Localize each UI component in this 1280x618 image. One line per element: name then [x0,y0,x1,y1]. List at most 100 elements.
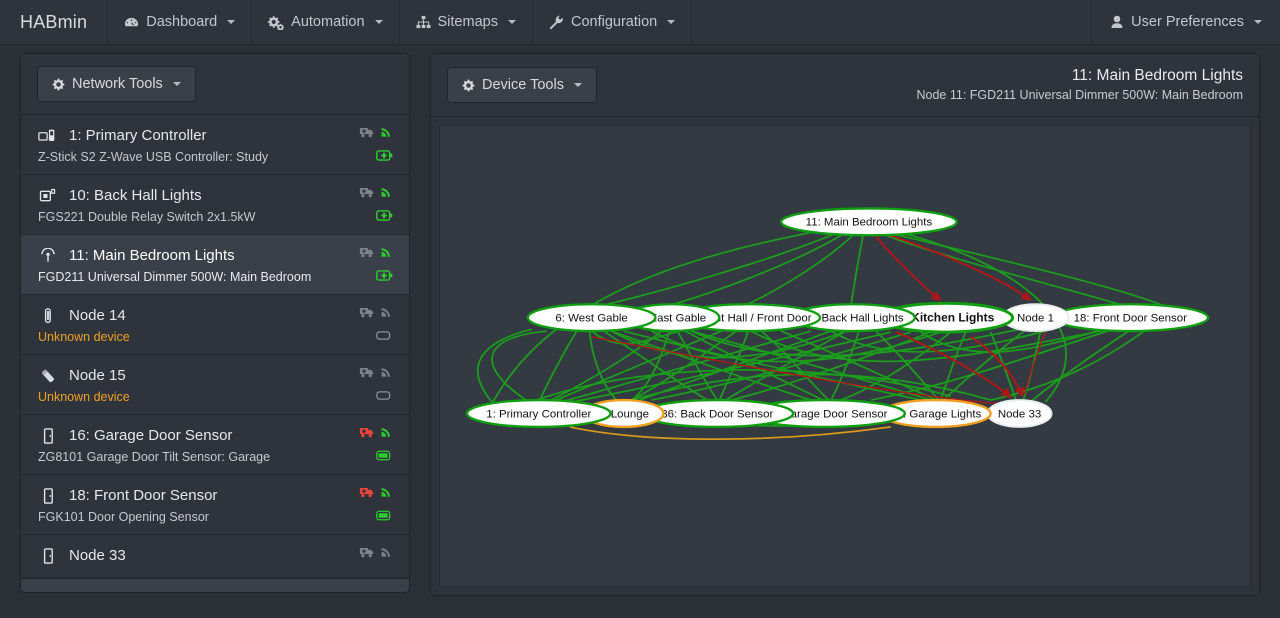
alarm-icon [359,125,375,138]
chevron-down-icon [374,20,383,24]
device-status-icons [359,245,393,258]
device-status-icons [359,185,393,198]
device-row-header: 18: Front Door Sensor [37,484,393,507]
nav-configuration-label: Configuration [570,14,658,30]
device-name: 11: Main Bedroom Lights [69,247,235,264]
workspace: Network Tools 1: Primary Controller Z-St… [0,45,1280,618]
gears-icon [268,15,285,30]
device-tools-button[interactable]: Device Tools [447,67,597,103]
list-item[interactable]: 16: Garage Door Sensor ZG8101 Garage Doo… [21,415,409,475]
device-description: FGK101 Door Opening Sensor [38,510,209,524]
device-list[interactable]: 1: Primary Controller Z-Stick S2 Z-Wave … [21,115,409,592]
power-icon [376,268,393,286]
graph-node-n1[interactable]: 1: Primary Controller [465,398,612,429]
list-item[interactable]: Node 15 Unknown device [21,355,409,415]
graph-node-label: 6: West Gable [555,313,627,325]
device-list-footer [21,578,409,592]
graph-node-label: 36: Back Door Sensor [661,409,773,421]
power-icon [376,148,393,166]
device-panel: Device Tools 11: Main Bedroom Lights Nod… [430,53,1260,596]
network-tools-button[interactable]: Network Tools [37,66,196,102]
signal-icon [380,305,393,318]
graph-node-n18[interactable]: 18: Front Door Sensor [1051,303,1210,333]
nav-sitemaps[interactable]: Sitemaps [400,0,533,44]
device-status-icons [359,125,393,138]
network-graph-svg[interactable]: Node 33 17: Garage Lights 16: Garage Doo… [440,126,1250,586]
sitemap-icon [416,15,431,29]
chevron-down-icon [667,20,676,24]
graph-node-label: 1: Primary Controller [486,409,591,421]
device-status-icons [359,425,393,438]
signal-icon [380,425,393,438]
device-row-header: Node 33 [37,544,393,567]
network-panel: Network Tools 1: Primary Controller Z-St… [20,53,410,593]
device-row-header: 16: Garage Door Sensor [37,424,393,447]
nav-user-preferences[interactable]: User Preferences [1091,0,1280,44]
list-item[interactable]: 1: Primary Controller Z-Stick S2 Z-Wave … [21,115,409,175]
device-description: FGD211 Universal Dimmer 500W: Main Bedro… [38,270,312,284]
device-description: FGS221 Double Relay Switch 2x1.5kW [38,210,256,224]
signal-icon [380,245,393,258]
nav-dashboard[interactable]: Dashboard [108,0,253,44]
chevron-down-icon [1254,20,1262,24]
device-row-header: Node 14 [37,304,393,327]
device-row-header: 1: Primary Controller [37,124,393,147]
nav-automation[interactable]: Automation [252,0,400,44]
graph-node-n33[interactable]: Node 33 [986,399,1053,428]
device-description: Z-Stick S2 Z-Wave USB Controller: Study [38,150,269,164]
battery-icon [376,388,393,406]
device-tools-label: Device Tools [482,77,564,93]
list-item[interactable]: Node 33 [21,535,409,578]
list-item[interactable]: 18: Front Door Sensor FGK101 Door Openin… [21,475,409,535]
nav-sitemaps-label: Sitemaps [437,14,498,30]
device-status-icons [359,485,393,498]
device-name: 10: Back Hall Lights [69,187,202,204]
signal-icon [380,185,393,198]
battery-icon [376,508,393,526]
chevron-down-icon [227,20,236,24]
nav-configuration[interactable]: Configuration [533,0,693,44]
chevron-down-icon [172,82,181,86]
graph-edges-orange [569,426,892,440]
list-item-selected[interactable]: 11: Main Bedroom Lights FGD211 Universal… [21,235,409,295]
gear-icon [52,78,65,91]
device-description: ZG8101 Garage Door Tilt Sensor: Garage [38,450,271,464]
device-description: Unknown device [38,330,130,344]
graph-node-n6[interactable]: 6: West Gable [526,303,657,333]
device-status-icons [359,545,393,558]
signal-icon [380,545,393,558]
device-description: Unknown device [38,390,130,404]
dimmer-icon [37,247,59,264]
graph-node-n11[interactable]: 11: Main Bedroom Lights [779,207,958,237]
device-header: 11: Main Bedroom Lights Node 11: FGD211 … [916,66,1243,104]
app-brand[interactable]: HABmin [0,0,109,44]
device-status-icons [359,365,393,378]
list-item[interactable]: Node 14 Unknown device [21,295,409,355]
remote-icon [37,368,59,384]
device-row-header: 11: Main Bedroom Lights [37,244,393,267]
door-icon [37,487,59,504]
device-name: Node 14 [69,307,126,324]
nav-automation-label: Automation [291,14,365,30]
alarm-icon [359,245,375,258]
nav-dashboard-label: Dashboard [146,14,218,30]
network-graph[interactable]: Node 33 17: Garage Lights 16: Garage Doo… [439,125,1251,587]
device-status-icons [359,305,393,318]
switch-icon [37,188,59,203]
device-name: 1: Primary Controller [69,127,207,144]
device-name: 16: Garage Door Sensor [69,427,233,444]
list-item[interactable]: 10: Back Hall Lights FGS221 Double Relay… [21,175,409,235]
alarm-icon [359,185,375,198]
device-name: 18: Front Door Sensor [69,487,218,504]
page-subtitle: Node 11: FGD211 Universal Dimmer 500W: M… [916,88,1243,102]
nav-user-preferences-label: User Preferences [1131,14,1244,30]
graph-node-label: 18: Front Door Sensor [1074,313,1188,325]
page-title: 11: Main Bedroom Lights [1071,67,1243,84]
device-panel-toolbar: Device Tools 11: Main Bedroom Lights Nod… [431,54,1259,117]
device-name: Node 15 [69,367,126,384]
door-icon [37,427,59,444]
signal-icon [380,365,393,378]
network-tools-label: Network Tools [72,76,163,92]
network-panel-toolbar: Network Tools [21,54,409,115]
navbar: HABmin Dashboard Automation Sitemaps Con… [0,0,1280,45]
